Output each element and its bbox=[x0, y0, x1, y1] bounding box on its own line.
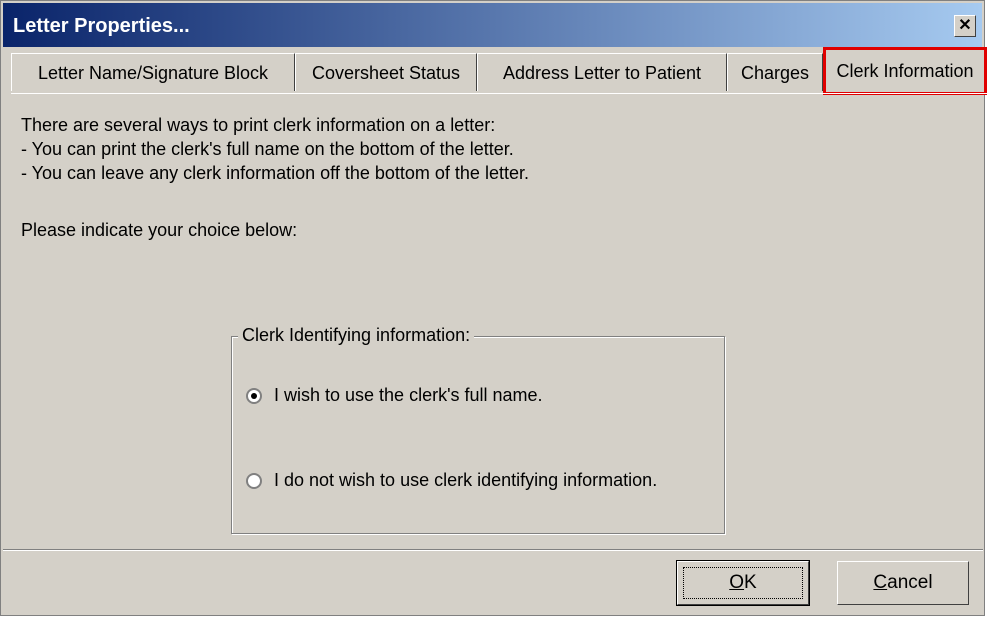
intro-line-3: - You can leave any clerk information of… bbox=[21, 163, 529, 183]
dialog-title: Letter Properties... bbox=[13, 15, 190, 37]
radio-full-name[interactable] bbox=[246, 387, 262, 404]
tab-clerk-information[interactable]: Clerk Information bbox=[823, 47, 987, 95]
tab-label: Clerk Information bbox=[836, 61, 974, 81]
option-no-identifying-info-label: I do not wish to use clerk identifying i… bbox=[274, 470, 658, 490]
intro-line-2: - You can print the clerk's full name on… bbox=[21, 139, 514, 159]
option-full-name[interactable]: I wish to use the clerk's full name. bbox=[246, 385, 543, 406]
title-bar[interactable]: Letter Properties... ✕ bbox=[3, 3, 982, 47]
tab-charges[interactable]: Charges bbox=[727, 53, 823, 91]
letter-properties-dialog: Letter Properties... ✕ Letter Name/Signa… bbox=[0, 0, 987, 616]
cancel-accelerator: C bbox=[873, 572, 888, 593]
cancel-button[interactable]: Cancel bbox=[837, 561, 969, 605]
focus-rect bbox=[683, 567, 803, 599]
intro-line-1: There are several ways to print clerk in… bbox=[21, 115, 496, 135]
ok-button[interactable]: OK bbox=[676, 560, 810, 606]
cancel-label: ancel bbox=[887, 572, 933, 593]
tab-label: Coversheet Status bbox=[311, 63, 461, 83]
radio-no-identifying-info[interactable] bbox=[246, 472, 262, 489]
close-icon: ✕ bbox=[958, 17, 972, 34]
tab-label: Address Letter to Patient bbox=[502, 63, 702, 83]
tab-label: Letter Name/Signature Block bbox=[37, 63, 269, 83]
option-no-identifying-info[interactable]: I do not wish to use clerk identifying i… bbox=[246, 470, 657, 491]
choice-prompt: Please indicate your choice below: bbox=[21, 220, 298, 240]
footer-separator bbox=[3, 549, 983, 551]
option-full-name-label: I wish to use the clerk's full name. bbox=[274, 385, 543, 405]
close-button[interactable]: ✕ bbox=[954, 15, 976, 37]
tab-label: Charges bbox=[740, 63, 810, 83]
tab-coversheet-status[interactable]: Coversheet Status bbox=[295, 53, 477, 91]
group-legend: Clerk Identifying information: bbox=[238, 325, 475, 346]
tab-letter-name-signature-block[interactable]: Letter Name/Signature Block bbox=[11, 53, 295, 91]
clerk-identifying-group: Clerk Identifying information: I wish to… bbox=[231, 325, 725, 534]
tab-address-letter-to-patient[interactable]: Address Letter to Patient bbox=[477, 53, 727, 91]
